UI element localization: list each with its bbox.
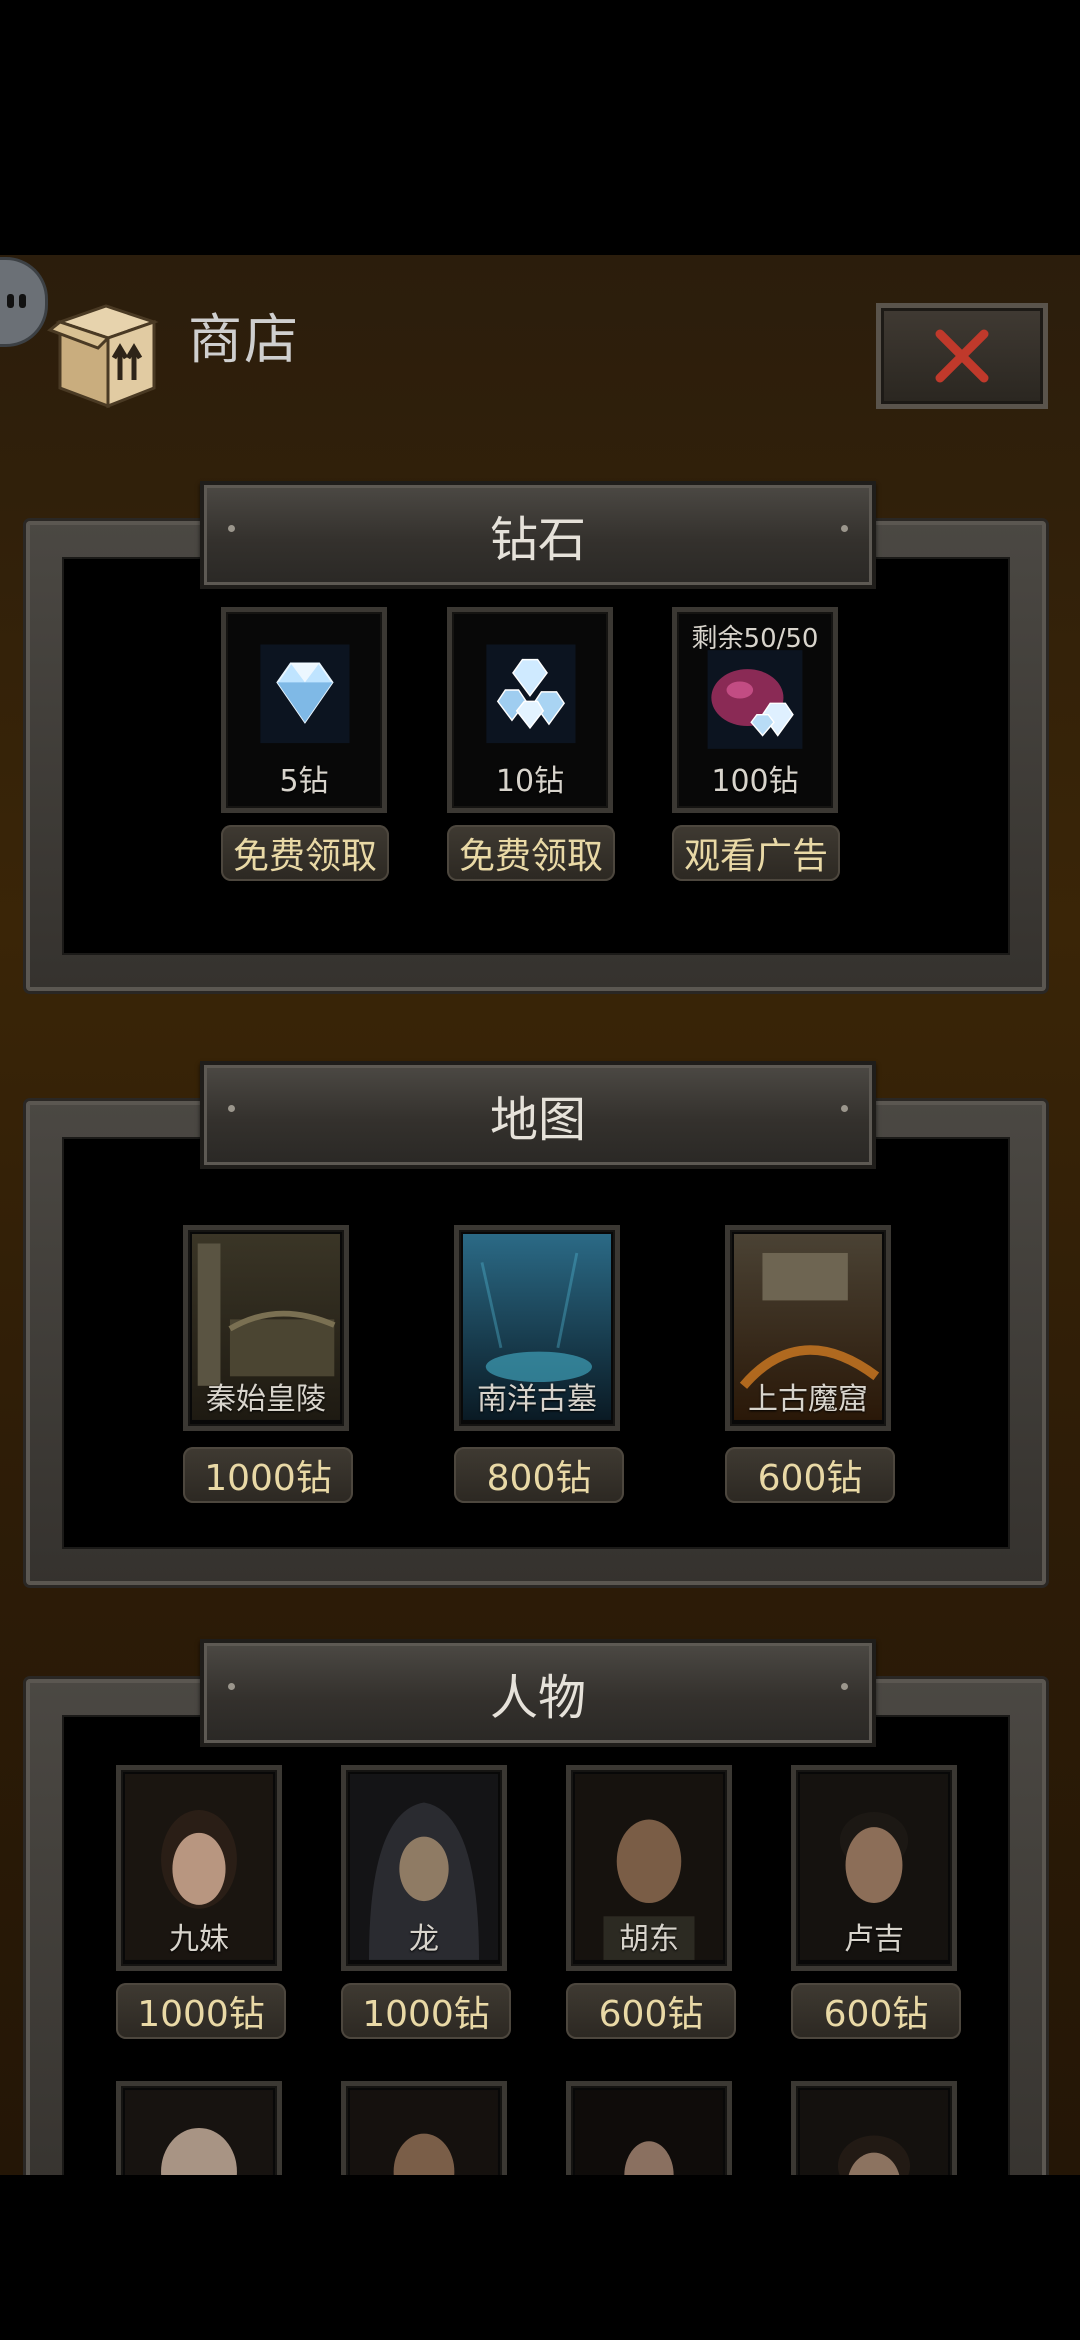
character-name: 九妹 bbox=[169, 1922, 229, 1957]
character-card-hudong[interactable]: 胡东 bbox=[566, 1765, 732, 1971]
diamond-amount: 5钻 bbox=[279, 764, 329, 799]
character-card[interactable] bbox=[566, 2081, 732, 2175]
buy-map-button[interactable]: 600钻 bbox=[725, 1447, 895, 1503]
shop-screen: 商店 钻石 5钻 免费领取 10钻 免费领取 剩余50/50 100钻 观看广告… bbox=[0, 255, 1080, 2175]
claim-free-button[interactable]: 免费领取 bbox=[221, 825, 389, 881]
character-card-long[interactable]: 龙 bbox=[341, 1765, 507, 1971]
diamond-amount: 100钻 bbox=[711, 764, 799, 799]
diamond-section-header: 钻石 bbox=[200, 481, 876, 589]
diamond-card-10[interactable]: 10钻 bbox=[447, 607, 613, 813]
character-name: 胡东 bbox=[619, 1922, 679, 1957]
box-icon bbox=[47, 304, 159, 409]
map-section-header: 地图 bbox=[200, 1061, 876, 1169]
buy-map-button[interactable]: 1000钻 bbox=[183, 1447, 353, 1503]
character-name: 卢吉 bbox=[844, 1922, 904, 1957]
diamond-card-100[interactable]: 剩余50/50 100钻 bbox=[672, 607, 838, 813]
character-portrait bbox=[800, 2090, 948, 2175]
buy-character-button[interactable]: 600钻 bbox=[791, 1983, 961, 2039]
diamond-card-5[interactable]: 5钻 bbox=[221, 607, 387, 813]
character-name: 龙 bbox=[409, 1922, 439, 1957]
eye-icon bbox=[7, 294, 14, 308]
section-title: 钻石 bbox=[489, 512, 586, 568]
watch-ad-button[interactable]: 观看广告 bbox=[672, 825, 840, 881]
buy-map-button[interactable]: 800钻 bbox=[454, 1447, 624, 1503]
map-card-nanyang-tomb[interactable]: 南洋古墓 bbox=[454, 1225, 620, 1431]
buy-character-button[interactable]: 600钻 bbox=[566, 1983, 736, 2039]
map-name: 南洋古墓 bbox=[477, 1382, 597, 1417]
character-card[interactable] bbox=[116, 2081, 282, 2175]
map-card-ancient-cave[interactable]: 上古魔窟 bbox=[725, 1225, 891, 1431]
floating-assistant-button[interactable] bbox=[0, 257, 48, 347]
character-card[interactable] bbox=[341, 2081, 507, 2175]
remaining-count: 剩余50/50 bbox=[691, 624, 819, 654]
page-title: 商店 bbox=[188, 308, 300, 371]
section-title: 人物 bbox=[489, 1670, 586, 1726]
map-name: 上古魔窟 bbox=[748, 1382, 868, 1417]
map-name: 秦始皇陵 bbox=[206, 1382, 326, 1417]
character-portrait bbox=[125, 2090, 273, 2175]
claim-free-button[interactable]: 免费领取 bbox=[447, 825, 615, 881]
character-portrait bbox=[575, 2090, 723, 2175]
close-button[interactable] bbox=[876, 303, 1048, 409]
buy-character-button[interactable]: 1000钻 bbox=[116, 1983, 286, 2039]
character-portrait bbox=[350, 2090, 498, 2175]
eye-icon bbox=[19, 294, 26, 308]
character-card-luji[interactable]: 卢吉 bbox=[791, 1765, 957, 1971]
buy-character-button[interactable]: 1000钻 bbox=[341, 1983, 511, 2039]
character-card-jiumei[interactable]: 九妹 bbox=[116, 1765, 282, 1971]
character-section-header: 人物 bbox=[200, 1639, 876, 1747]
diamond-amount: 10钻 bbox=[495, 764, 565, 799]
section-title: 地图 bbox=[489, 1092, 586, 1148]
map-card-qin-mausoleum[interactable]: 秦始皇陵 bbox=[183, 1225, 349, 1431]
character-card[interactable] bbox=[791, 2081, 957, 2175]
close-icon bbox=[935, 329, 989, 383]
